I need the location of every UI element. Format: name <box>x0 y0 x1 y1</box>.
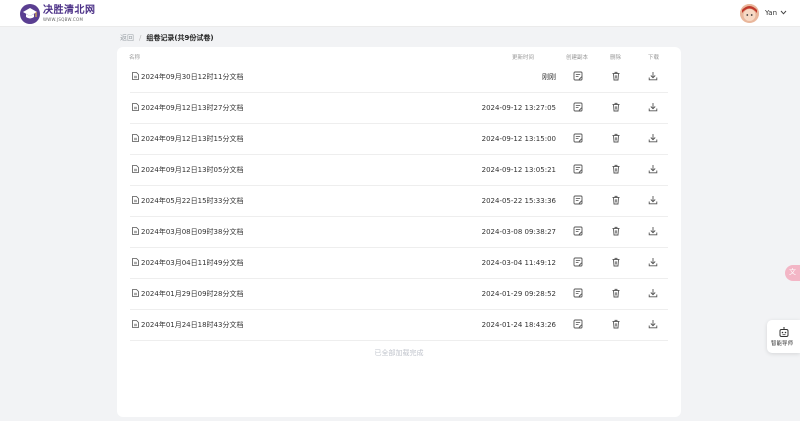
table-row[interactable]: 2024年09月12日13时15分文档 2024-09-12 13:15:00 <box>130 124 668 155</box>
table-row[interactable]: 2024年03月08日09时38分文档 2024-03-08 09:38:27 <box>130 217 668 248</box>
download-icon[interactable] <box>648 102 658 112</box>
file-name[interactable]: 2024年03月08日09时38分文档 <box>141 228 243 237</box>
download-icon[interactable] <box>648 133 658 143</box>
brand-logo-icon[interactable] <box>20 4 40 24</box>
robot-icon <box>779 327 789 337</box>
trash-icon[interactable] <box>611 226 621 236</box>
download-icon[interactable] <box>648 319 658 329</box>
trash-icon[interactable] <box>611 164 621 174</box>
create-copy-icon[interactable] <box>573 133 583 143</box>
updated-time: 2024-09-12 13:15:00 <box>481 135 556 143</box>
updated-time: 2024-03-04 11:49:12 <box>481 259 556 267</box>
document-icon <box>132 289 139 297</box>
updated-time: 2024-09-12 13:05:21 <box>481 166 556 174</box>
document-icon <box>132 165 139 173</box>
file-name[interactable]: 2024年03月04日11时49分文档 <box>141 259 243 268</box>
brand-name[interactable]: 决胜清北网 <box>43 6 96 16</box>
table-row[interactable]: 2024年09月12日13时27分文档 2024-09-12 13:27:05 <box>130 93 668 124</box>
smart-tutor-label: 智能导师 <box>771 341 794 347</box>
document-icon <box>132 134 139 142</box>
table-row[interactable]: 2024年05月22日15时33分文档 2024-05-22 15:33:36 <box>130 186 668 217</box>
updated-time: 刚刚 <box>542 73 556 81</box>
username[interactable]: Yan <box>765 9 777 18</box>
create-copy-icon[interactable] <box>573 257 583 267</box>
download-icon[interactable] <box>648 288 658 298</box>
create-copy-icon[interactable] <box>573 226 583 236</box>
updated-time: 2024-01-29 09:28:52 <box>481 290 556 298</box>
trash-icon[interactable] <box>611 71 621 81</box>
create-copy-icon[interactable] <box>573 164 583 174</box>
create-copy-icon[interactable] <box>573 102 583 112</box>
trash-icon[interactable] <box>611 102 621 112</box>
breadcrumb-separator: / <box>139 34 142 42</box>
translate-icon: 文 <box>789 268 796 276</box>
download-icon[interactable] <box>648 226 658 236</box>
updated-time: 2024-09-12 13:27:05 <box>481 104 556 112</box>
file-name[interactable]: 2024年05月22日15时33分文档 <box>141 197 243 206</box>
column-header-create-copy: 创建副本 <box>566 55 589 61</box>
create-copy-icon[interactable] <box>573 195 583 205</box>
table-row[interactable]: 2024年03月04日11时49分文档 2024-03-04 11:49:12 <box>130 248 668 279</box>
column-header-delete: 删除 <box>610 55 622 61</box>
file-name[interactable]: 2024年01月24日18时43分文档 <box>141 321 243 330</box>
create-copy-icon[interactable] <box>573 71 583 81</box>
document-icon <box>132 196 139 204</box>
table-row[interactable]: 2024年01月29日09时28分文档 2024-01-29 09:28:52 <box>130 279 668 310</box>
brand-url: WWW.JSQBW.COM <box>43 17 84 22</box>
table-row[interactable]: 2024年09月12日13时05分文档 2024-09-12 13:05:21 <box>130 155 668 186</box>
file-name[interactable]: 2024年09月30日12时11分文档 <box>141 73 243 82</box>
updated-time: 2024-05-22 15:33:36 <box>481 197 556 205</box>
download-icon[interactable] <box>648 257 658 267</box>
trash-icon[interactable] <box>611 257 621 267</box>
chevron-down-icon[interactable] <box>780 10 787 15</box>
table-row[interactable]: 2024年09月30日12时11分文档 刚刚 <box>130 62 668 93</box>
file-name[interactable]: 2024年09月12日13时15分文档 <box>141 135 243 144</box>
trash-icon[interactable] <box>611 133 621 143</box>
download-icon[interactable] <box>648 164 658 174</box>
page-title: 组卷记录(共9份试卷) <box>146 34 214 42</box>
smart-tutor-button[interactable]: 智能导师 <box>767 320 800 353</box>
file-name[interactable]: 2024年01月29日09时28分文档 <box>141 290 243 299</box>
create-copy-icon[interactable] <box>573 288 583 298</box>
create-copy-icon[interactable] <box>573 319 583 329</box>
trash-icon[interactable] <box>611 288 621 298</box>
document-icon <box>132 227 139 235</box>
document-icon <box>132 72 139 80</box>
avatar[interactable] <box>740 4 759 23</box>
download-icon[interactable] <box>648 71 658 81</box>
download-icon[interactable] <box>648 195 658 205</box>
floating-assistant-tab[interactable]: 文 <box>785 265 800 281</box>
all-loaded-message: 已全部加载完成 <box>374 349 424 357</box>
document-icon <box>132 103 139 111</box>
breadcrumb-back-link[interactable]: 返回 <box>120 34 134 42</box>
document-icon <box>132 320 139 328</box>
top-bar: 决胜清北网 WWW.JSQBW.COM Yan <box>0 0 800 27</box>
table-row[interactable]: 2024年01月24日18时43分文档 2024-01-24 18:43:26 <box>130 310 668 341</box>
column-header-download: 下载 <box>648 55 660 61</box>
column-header-name: 名称 <box>129 55 141 61</box>
trash-icon[interactable] <box>611 319 621 329</box>
file-name[interactable]: 2024年09月12日13时05分文档 <box>141 166 243 175</box>
updated-time: 2024-01-24 18:43:26 <box>481 321 556 329</box>
updated-time: 2024-03-08 09:38:27 <box>481 228 556 236</box>
file-name[interactable]: 2024年09月12日13时27分文档 <box>141 104 243 113</box>
document-icon <box>132 258 139 266</box>
breadcrumb: 返回 / 组卷记录(共9份试卷) <box>120 33 214 43</box>
trash-icon[interactable] <box>611 195 621 205</box>
column-header-updated: 更新时间 <box>512 55 535 61</box>
